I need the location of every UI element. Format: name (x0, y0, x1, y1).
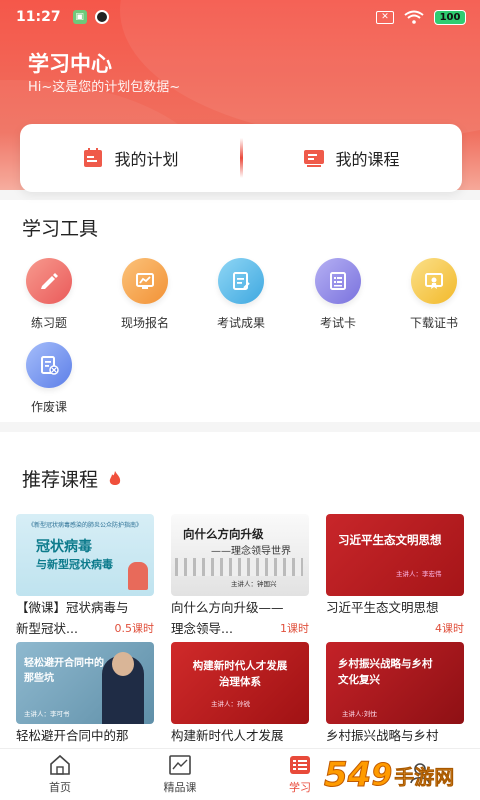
course-title-line1: 习近平生态文明思想 (326, 600, 439, 615)
tool-label: 作废课 (30, 400, 67, 414)
my-plan-label: 我的计划 (114, 150, 179, 169)
learning-tools-section: 学习工具 练习题 现场报名 考试成果 考试卡 下载证书 作废课 (0, 200, 480, 422)
thumb-caption: 《新型冠状病毒感染的肺炎公众防护指南》 (27, 522, 142, 529)
thumb-subtitle: 那些坑 (24, 673, 54, 684)
recommend-title-row: 推荐课程 (22, 465, 122, 492)
thumb-speaker: 主讲人：孙锐 (211, 700, 250, 708)
tool-label: 下载证书 (409, 316, 458, 330)
tool-exercises[interactable]: 练习题 (9, 258, 89, 331)
certificate-icon (411, 258, 457, 304)
doctor-figure (128, 562, 148, 590)
recommend-title: 推荐课程 (22, 469, 99, 491)
pencil-icon (26, 258, 72, 304)
course-card[interactable]: 《新型冠状病毒感染的肺炎公众防护指南》 冠状病毒 与新型冠状病毒 【微课】冠状病… (16, 514, 154, 639)
course-title-line1: 乡村振兴战略与乡村 (326, 728, 439, 743)
course-title-line1: 【微课】冠状病毒与 (16, 600, 129, 615)
courses-book-icon (304, 150, 325, 167)
chart-screen-icon (122, 258, 168, 304)
page-title: 学习中心 (28, 52, 112, 76)
plan-calendar-icon (84, 148, 103, 167)
tool-label: 考试卡 (319, 316, 356, 330)
course-card[interactable]: 构建新时代人才发展 治理体系 主讲人：孙锐 构建新时代人才发展 (171, 642, 309, 746)
thumb-subtitle: 治理体系 (219, 676, 261, 688)
thumb-speaker: 主讲人：钟国兴 (231, 580, 277, 588)
card-list-icon (315, 258, 361, 304)
trend-chart-icon (169, 755, 191, 775)
nav-home[interactable]: 首页 (0, 749, 120, 800)
course-hours: 0.5课时 (114, 622, 155, 635)
course-title-line2: 新型冠状... (16, 621, 78, 636)
course-thumbnail: 乡村振兴战略与乡村 文化复兴 主讲人:刘忱 (326, 642, 464, 724)
watermark-number: 54 (323, 755, 372, 796)
course-card[interactable]: 乡村振兴战略与乡村 文化复兴 主讲人:刘忱 乡村振兴战略与乡村 (326, 642, 464, 746)
thumb-title: 向什么方向升级 (183, 527, 264, 541)
my-plan-button[interactable]: 我的计划 (20, 124, 241, 192)
tool-download-certificate[interactable]: 下载证书 (394, 258, 474, 331)
document-cancel-icon (26, 342, 72, 388)
nav-featured-label: 精品课 (163, 781, 197, 794)
course-thumbnail: 习近平生态文明思想 主讲人：李宏伟 (326, 514, 464, 596)
qq-icon (94, 10, 109, 24)
battery-icon: 100 (434, 9, 466, 25)
watermark-text: 手游网 (394, 764, 455, 789)
home-icon (50, 754, 70, 775)
course-card[interactable]: 向什么方向升级 ——理念领导世界 主讲人：钟国兴 向什么方向升级—— 理念领导.… (171, 514, 309, 639)
site-watermark: 54 9 手游网 (323, 752, 474, 798)
course-thumbnail: 轻松避开合同中的 那些坑 主讲人：李可书 (16, 642, 154, 724)
thumb-subtitle: 文化复兴 (338, 674, 380, 686)
tool-exam-results[interactable]: 考试成果 (201, 258, 281, 331)
tool-void-course[interactable]: 作废课 (9, 342, 89, 415)
nav-featured[interactable]: 精品课 (120, 749, 240, 800)
course-card[interactable]: 习近平生态文明思想 主讲人：李宏伟 习近平生态文明思想 4课时 (326, 514, 464, 639)
course-card[interactable]: 轻松避开合同中的 那些坑 主讲人：李可书 轻松避开合同中的那 (16, 642, 154, 746)
course-thumbnail: 向什么方向升级 ——理念领导世界 主讲人：钟国兴 (171, 514, 309, 596)
speaker-face (112, 652, 134, 676)
thumb-title: 构建新时代人才发展 (192, 660, 288, 672)
wifi-icon (404, 10, 424, 24)
plan-card: 我的计划 我的课程 (20, 124, 462, 192)
fire-icon (109, 470, 121, 485)
course-thumbnail: 《新型冠状病毒感染的肺炎公众防护指南》 冠状病毒 与新型冠状病毒 (16, 514, 154, 596)
tool-label: 考试成果 (216, 316, 265, 330)
course-title-line1: 向什么方向升级—— (171, 600, 284, 615)
course-thumbnail: 构建新时代人才发展 治理体系 主讲人：孙锐 (171, 642, 309, 724)
app-notification-icon: ▣ (72, 10, 87, 24)
status-bar: 11:27 ▣ ✕ 100 (0, 0, 480, 34)
plan-divider (240, 138, 243, 178)
my-courses-button[interactable]: 我的课程 (241, 124, 462, 192)
my-courses-label: 我的课程 (335, 150, 400, 169)
pencils-decoration (175, 558, 303, 576)
thumb-subtitle: 与新型冠状病毒 (36, 558, 113, 571)
thumb-title: 乡村振兴战略与乡村 (338, 658, 433, 670)
thumb-speaker: 主讲人：李宏伟 (396, 570, 442, 578)
page-subtitle: Hi~这是您的计划包数据~ (28, 80, 181, 95)
thumb-speaker: 主讲人：李可书 (24, 710, 70, 718)
document-edit-icon (218, 258, 264, 304)
status-time: 11:27 (16, 9, 61, 25)
tool-exam-card[interactable]: 考试卡 (298, 258, 378, 331)
thumb-title: 习近平生态文明思想 (338, 533, 442, 547)
tool-onsite-registration[interactable]: 现场报名 (105, 258, 185, 331)
course-hours: 4课时 (435, 622, 464, 635)
tool-label: 现场报名 (120, 316, 169, 330)
course-hours: 1课时 (280, 622, 309, 635)
thumb-subtitle: ——理念领导世界 (211, 546, 291, 557)
thumb-speaker: 主讲人:刘忱 (342, 710, 377, 718)
nav-home-label: 首页 (49, 781, 71, 794)
recommended-courses-section: 推荐课程 《新型冠状病毒感染的肺炎公众防护指南》 冠状病毒 与新型冠状病毒 【微… (0, 432, 480, 748)
tools-title: 学习工具 (22, 218, 99, 240)
course-title-line2: 理念领导... (171, 621, 233, 636)
thumb-title: 冠状病毒 (36, 539, 92, 555)
course-title-line1: 构建新时代人才发展 (171, 728, 284, 743)
thumb-title: 轻松避开合同中的 (24, 658, 104, 669)
tool-label: 练习题 (30, 316, 67, 330)
watermark-number-suffix: 9 (371, 757, 393, 793)
nav-study-label: 学习 (289, 781, 311, 794)
course-title-line1: 轻松避开合同中的那 (16, 728, 129, 743)
study-list-icon (290, 756, 310, 774)
no-sim-icon: ✕ (376, 10, 394, 24)
